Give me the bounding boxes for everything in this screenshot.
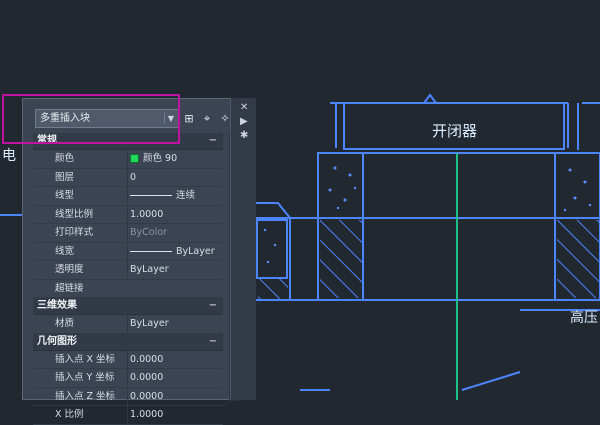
property-label: 打印样式 xyxy=(55,227,94,238)
property-value[interactable]: 1.0000 xyxy=(127,406,223,423)
property-value-text: 0 xyxy=(130,171,137,183)
property-row[interactable]: X 比例 1.0000 xyxy=(33,406,223,425)
hatch-small xyxy=(258,278,288,300)
property-row[interactable]: 颜色 颜色 90 xyxy=(33,150,223,169)
property-value[interactable]: 0 xyxy=(127,168,223,186)
property-value[interactable]: ByColor xyxy=(127,224,223,241)
property-value[interactable]: 0.0000 xyxy=(127,387,223,405)
toggle-pickadd-icon[interactable]: ⊞ xyxy=(181,111,197,127)
property-value[interactable]: 0.0000 xyxy=(127,350,223,368)
switchgear-label: 开闭器 xyxy=(432,122,477,140)
hatch-left xyxy=(320,220,362,298)
property-label: 图层 xyxy=(55,171,75,183)
autohide-icon[interactable]: ▶ xyxy=(240,116,248,128)
property-value-text: ByLayer xyxy=(130,318,169,329)
property-value[interactable]: ByLayer xyxy=(127,261,223,278)
property-value-text: 0.0000 xyxy=(130,372,164,383)
property-label: 超链接 xyxy=(55,282,84,294)
property-label: 线型比例 xyxy=(55,208,94,220)
property-value[interactable]: 颜色 90 xyxy=(127,150,223,167)
property-value-text: 1.0000 xyxy=(130,409,164,420)
property-row[interactable]: 插入点 Z 坐标 0.0000 xyxy=(33,387,223,406)
highlight-box xyxy=(2,94,180,144)
group-header[interactable]: 三维效果 − xyxy=(33,298,223,315)
properties-menu-icon[interactable]: ✱ xyxy=(240,130,248,142)
property-value[interactable]: 1.0000 xyxy=(127,205,223,223)
collapse-icon[interactable]: − xyxy=(209,334,217,350)
property-row[interactable]: 透明度 ByLayer xyxy=(33,261,223,280)
group-header[interactable]: 几何图形 − xyxy=(33,333,223,351)
property-label: 线型 xyxy=(55,190,75,201)
collapse-icon[interactable]: − xyxy=(209,133,217,149)
property-row[interactable]: 线型 连续 xyxy=(33,187,223,206)
property-value-text: 连续 xyxy=(176,190,196,201)
left-edge-text: 电 xyxy=(2,148,16,164)
property-label: X 比例 xyxy=(55,409,84,420)
close-icon[interactable]: ✕ xyxy=(240,102,248,114)
property-label: 插入点 X 坐标 xyxy=(55,353,116,365)
color-swatch-icon xyxy=(130,154,139,163)
property-row[interactable]: 超链接 xyxy=(33,280,223,298)
property-row[interactable]: 材质 ByLayer xyxy=(33,315,223,334)
property-row[interactable]: 线宽 ByLayer xyxy=(33,242,223,261)
concrete-fill xyxy=(263,166,592,264)
property-row[interactable]: 图层 0 xyxy=(33,168,223,187)
select-objects-icon[interactable]: ⌖ xyxy=(199,111,215,127)
property-value[interactable]: ByLayer xyxy=(127,315,223,332)
linetype-preview-icon xyxy=(130,195,172,196)
property-value-text: 颜色 90 xyxy=(143,153,178,164)
property-value[interactable]: 连续 xyxy=(127,187,223,204)
right-edge-text: 高压 xyxy=(570,309,598,326)
property-list: 常规 − 颜色 颜色 90 图层 0 线型 连续 线型比例 1.0000 打印样式 ByColor 线宽… xyxy=(33,133,223,425)
property-row[interactable]: 插入点 Y 坐标 0.0000 xyxy=(33,369,223,388)
property-value-text: ByLayer xyxy=(130,264,169,275)
group-title: 几何图形 xyxy=(37,335,77,347)
property-row[interactable]: 插入点 X 坐标 0.0000 xyxy=(33,350,223,369)
property-label: 插入点 Y 坐标 xyxy=(55,372,115,383)
property-row[interactable]: 打印样式 ByColor xyxy=(33,224,223,243)
property-label: 材质 xyxy=(55,318,75,329)
property-value-text: 0.0000 xyxy=(130,353,164,365)
property-value[interactable]: ByLayer xyxy=(127,242,223,260)
palette-side-strip: ✕ ▶ ✱ xyxy=(230,98,256,400)
hatch-right xyxy=(557,220,599,298)
linetype-preview-icon xyxy=(130,250,172,252)
property-label: 颜色 xyxy=(55,153,75,164)
property-row[interactable]: 线型比例 1.0000 xyxy=(33,205,223,224)
property-label: 线宽 xyxy=(55,245,75,257)
collapse-icon[interactable]: − xyxy=(209,298,217,314)
property-value-text: 1.0000 xyxy=(130,208,164,220)
property-value-text: ByColor xyxy=(130,227,167,238)
property-value-text: ByLayer xyxy=(176,245,215,257)
property-label: 插入点 Z 坐标 xyxy=(55,390,116,402)
property-label: 透明度 xyxy=(55,264,84,275)
property-value[interactable]: 0.0000 xyxy=(127,369,223,386)
group-title: 三维效果 xyxy=(37,300,77,311)
